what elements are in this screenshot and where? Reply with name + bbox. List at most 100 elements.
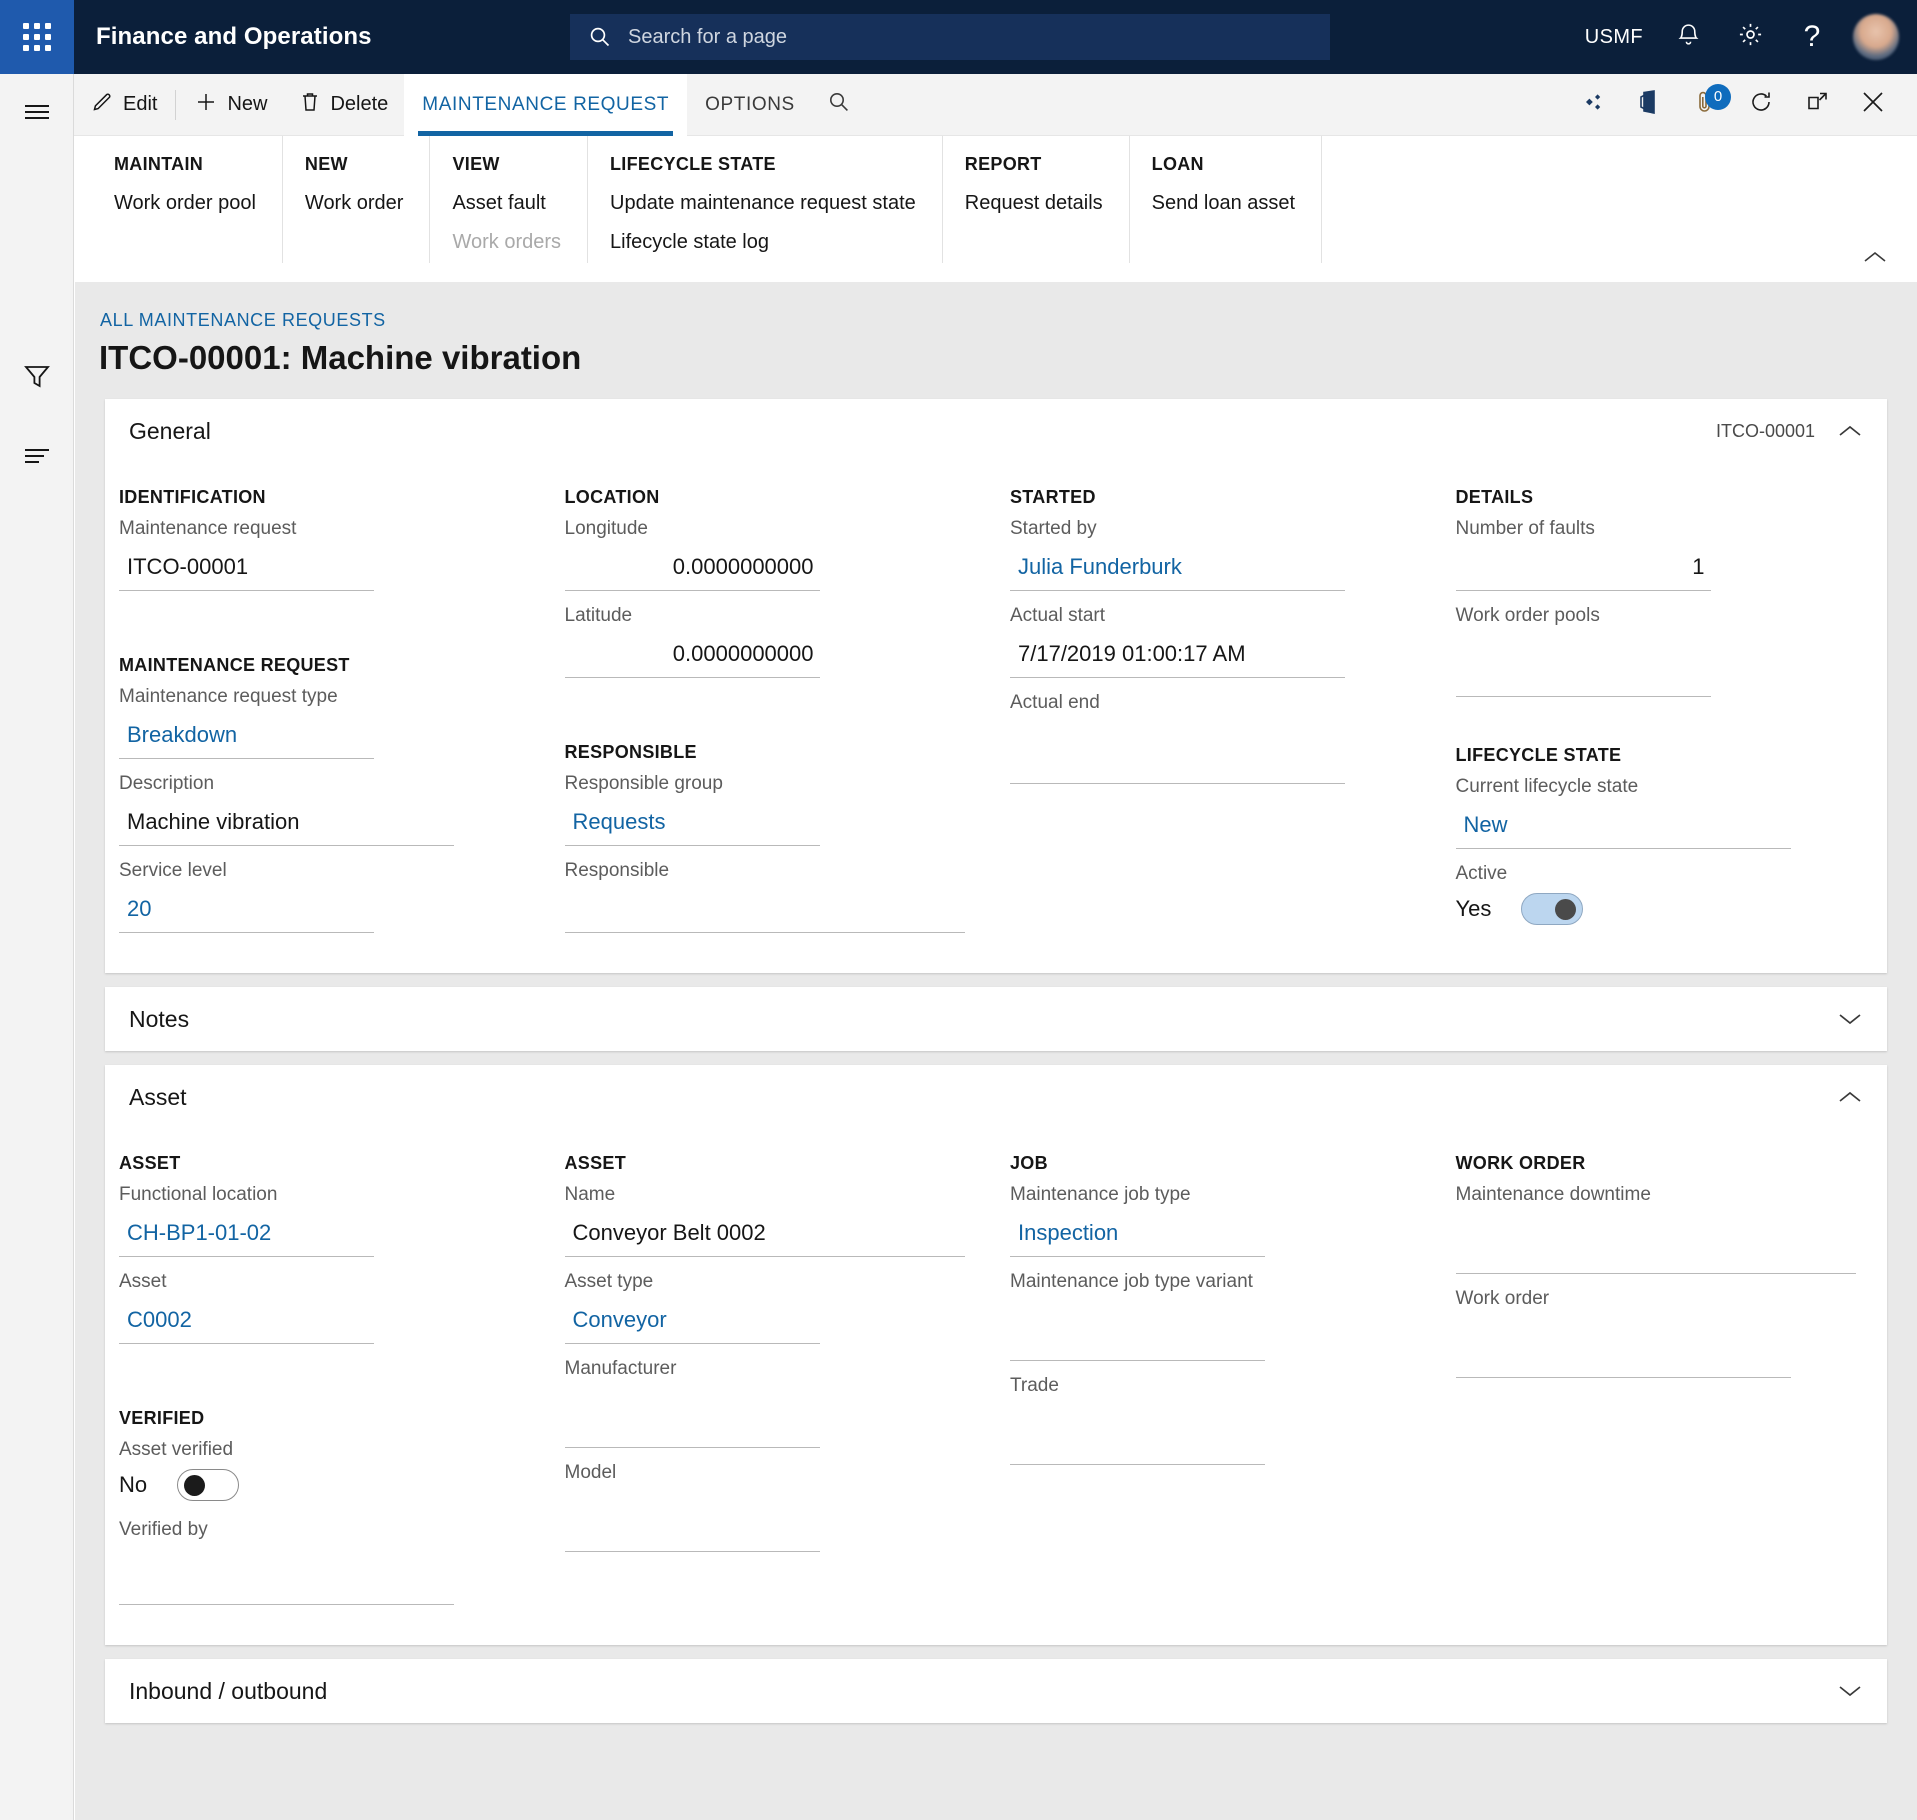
chevron-down-icon[interactable] bbox=[1837, 1684, 1863, 1698]
field-label: Work order bbox=[1456, 1288, 1854, 1312]
list-icon bbox=[22, 445, 52, 472]
close-icon bbox=[1860, 89, 1886, 120]
search-input[interactable] bbox=[626, 25, 1312, 50]
ribbon-item-send-loan-asset[interactable]: Send loan asset bbox=[1152, 192, 1295, 215]
field-value[interactable]: Requests bbox=[565, 803, 820, 846]
field-work-order-pools: Work order pools bbox=[1456, 605, 1854, 697]
new-button[interactable]: New bbox=[178, 74, 283, 136]
fasttab-asset-header[interactable]: Asset bbox=[105, 1065, 1887, 1129]
chevron-down-icon[interactable] bbox=[1837, 1012, 1863, 1026]
field-asset: Asset C0002 bbox=[119, 1271, 517, 1344]
field-value[interactable] bbox=[1010, 722, 1345, 784]
settings-button[interactable] bbox=[1719, 0, 1781, 74]
field-value[interactable]: ITCO-00001 bbox=[119, 548, 374, 591]
fasttab-inbound-outbound: Inbound / outbound bbox=[105, 1659, 1887, 1723]
field-label: Asset type bbox=[565, 1271, 963, 1295]
delete-button[interactable]: Delete bbox=[283, 74, 404, 136]
group-header-started: STARTED bbox=[1010, 487, 1408, 508]
close-button[interactable] bbox=[1847, 74, 1899, 136]
attachments-button[interactable]: 0 bbox=[1679, 74, 1731, 136]
ribbon-item-asset-fault[interactable]: Asset fault bbox=[452, 192, 561, 215]
field-value[interactable] bbox=[1456, 1318, 1791, 1378]
field-value[interactable] bbox=[565, 1388, 820, 1448]
field-value[interactable]: New bbox=[1456, 806, 1791, 849]
asset-column-asset-right: ASSET Name Conveyor Belt 0002 Asset type… bbox=[551, 1137, 997, 1619]
search-icon bbox=[827, 90, 851, 119]
field-value[interactable] bbox=[1456, 635, 1711, 697]
field-value[interactable] bbox=[119, 1549, 454, 1605]
ribbon-item-update-maintenance-request-state[interactable]: Update maintenance request state bbox=[610, 192, 916, 215]
avatar[interactable] bbox=[1853, 14, 1899, 60]
edit-label: Edit bbox=[123, 93, 157, 116]
global-search[interactable] bbox=[570, 14, 1330, 60]
field-label: Manufacturer bbox=[565, 1358, 963, 1382]
field-value[interactable]: Conveyor bbox=[565, 1301, 820, 1344]
field-label: Verified by bbox=[119, 1519, 517, 1543]
filter-button[interactable] bbox=[0, 346, 74, 410]
ribbon-collapse-button[interactable] bbox=[1853, 241, 1897, 277]
related-information-button[interactable] bbox=[0, 426, 74, 490]
edit-button[interactable]: Edit bbox=[74, 74, 173, 136]
active-toggle[interactable] bbox=[1521, 893, 1583, 925]
field-value[interactable] bbox=[1010, 1405, 1265, 1465]
field-value[interactable] bbox=[1010, 1301, 1265, 1361]
office-button[interactable] bbox=[1623, 74, 1675, 136]
asset-verified-toggle[interactable] bbox=[177, 1469, 239, 1501]
active-toggle-row: Yes bbox=[1456, 893, 1854, 925]
chevron-up-icon[interactable] bbox=[1837, 1090, 1863, 1104]
tab-maintenance-request[interactable]: MAINTENANCE REQUEST bbox=[404, 74, 687, 136]
field-value[interactable]: 20 bbox=[119, 890, 374, 933]
ribbon-item-request-details[interactable]: Request details bbox=[965, 192, 1103, 215]
ribbon-item-work-order[interactable]: Work order bbox=[305, 192, 404, 215]
action-pane-search-button[interactable] bbox=[813, 74, 865, 136]
popout-button[interactable] bbox=[1791, 74, 1843, 136]
notifications-button[interactable] bbox=[1657, 0, 1719, 74]
ribbon-item-work-order-pool[interactable]: Work order pool bbox=[114, 192, 256, 215]
field-value[interactable] bbox=[1456, 1214, 1856, 1274]
field-label: Latitude bbox=[565, 605, 963, 629]
field-label: Maintenance job type variant bbox=[1010, 1271, 1408, 1295]
fasttab-notes-header[interactable]: Notes bbox=[105, 987, 1887, 1051]
field-value[interactable]: 0.0000000000 bbox=[565, 635, 820, 678]
field-value[interactable]: 7/17/2019 01:00:17 AM bbox=[1010, 635, 1345, 678]
fasttab-general-header[interactable]: General ITCO-00001 bbox=[105, 399, 1887, 463]
app-launcher-button[interactable] bbox=[0, 0, 74, 74]
chevron-up-icon[interactable] bbox=[1837, 424, 1863, 438]
field-value[interactable]: C0002 bbox=[119, 1301, 374, 1344]
field-value[interactable]: Machine vibration bbox=[119, 803, 454, 846]
ribbon-groups: MAINTAIN Work order pool NEW Work order … bbox=[74, 136, 1917, 281]
breadcrumb[interactable]: ALL MAINTENANCE REQUESTS bbox=[100, 310, 1917, 331]
field-value[interactable]: CH-BP1-01-02 bbox=[119, 1214, 374, 1257]
help-button[interactable]: ? bbox=[1781, 0, 1843, 74]
field-value[interactable]: 1 bbox=[1456, 548, 1711, 591]
refresh-button[interactable] bbox=[1735, 74, 1787, 136]
group-header-asset: ASSET bbox=[565, 1153, 963, 1174]
ribbon-group-lifecycle-state: LIFECYCLE STATE Update maintenance reque… bbox=[588, 136, 943, 263]
field-value[interactable]: Julia Funderburk bbox=[1010, 548, 1345, 591]
tab-options-label: OPTIONS bbox=[705, 94, 795, 116]
top-navigation-bar: Finance and Operations USMF bbox=[0, 0, 1917, 74]
field-value[interactable] bbox=[565, 1492, 820, 1552]
field-number-of-faults: Number of faults 1 bbox=[1456, 518, 1854, 591]
field-actual-start: Actual start 7/17/2019 01:00:17 AM bbox=[1010, 605, 1408, 678]
fasttab-notes-title: Notes bbox=[129, 1006, 189, 1033]
field-maintenance-job-type: Maintenance job type Inspection bbox=[1010, 1184, 1408, 1257]
company-selector[interactable]: USMF bbox=[1571, 0, 1657, 74]
action-pane-right-icons: 0 bbox=[1567, 74, 1917, 136]
share-button[interactable] bbox=[1567, 74, 1619, 136]
field-label: Description bbox=[119, 773, 517, 797]
navigation-pane-button[interactable] bbox=[0, 82, 74, 146]
field-value[interactable]: 0.0000000000 bbox=[565, 548, 820, 591]
fasttab-inbound-outbound-header[interactable]: Inbound / outbound bbox=[105, 1659, 1887, 1723]
tab-options[interactable]: OPTIONS bbox=[687, 74, 813, 136]
field-value[interactable]: Conveyor Belt 0002 bbox=[565, 1214, 965, 1257]
share-icon bbox=[1580, 92, 1606, 117]
field-label: Asset bbox=[119, 1271, 517, 1295]
field-value[interactable] bbox=[565, 890, 965, 933]
delete-label: Delete bbox=[330, 93, 388, 116]
ribbon-item-lifecycle-state-log[interactable]: Lifecycle state log bbox=[610, 231, 916, 254]
field-value[interactable]: Inspection bbox=[1010, 1214, 1265, 1257]
group-header-details: DETAILS bbox=[1456, 487, 1854, 508]
field-value[interactable]: Breakdown bbox=[119, 716, 374, 759]
page-content: ALL MAINTENANCE REQUESTS ITCO-00001: Mac… bbox=[75, 282, 1917, 1820]
